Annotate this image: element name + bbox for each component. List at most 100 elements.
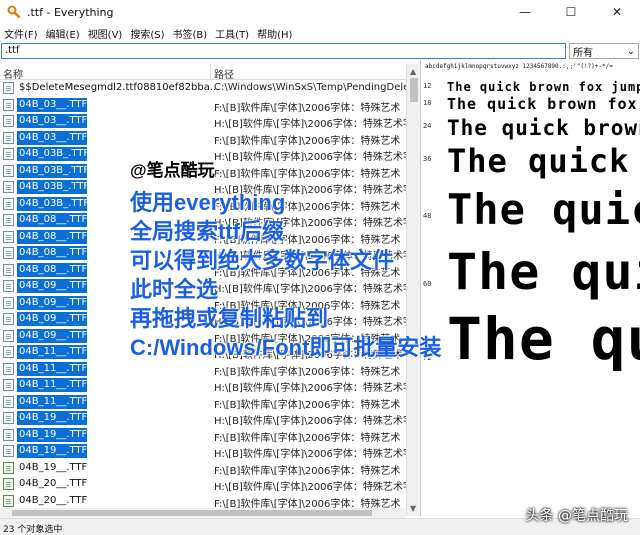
file-path: F:\[B]软件库\[字体]\2006字体：特殊艺术: [214, 102, 401, 114]
horizontal-scrollbar[interactable]: [0, 508, 406, 518]
table-row[interactable]: 04B_11__.TTF F:\[B]软件库\[字体]\2006字体：特殊艺术: [0, 361, 406, 378]
column-header: 名称 路径: [0, 64, 420, 81]
file-path: F:\[B]软件库\[字体]\2006字体：特殊艺术: [214, 366, 401, 378]
file-name: 04B_08__.TTF: [17, 262, 88, 277]
search-input[interactable]: .ttf: [1, 43, 566, 59]
file-path: F:\[B]软件库\[字体]\2006字体：特殊艺术: [214, 465, 401, 477]
preview-size-label: 12: [423, 82, 432, 90]
menu-help[interactable]: 帮助(H): [253, 26, 296, 41]
window-title: .ttf - Everything: [27, 5, 114, 19]
scroll-thumb[interactable]: [410, 78, 418, 102]
file-name: 04B_11__.TTF: [17, 361, 88, 376]
scroll-up-icon[interactable]: ▲: [410, 67, 416, 76]
file-name: 04B_09__.TTF: [17, 295, 88, 310]
file-path: C:\Windows\WinSxS\Temp\PendingDele: [214, 82, 406, 93]
file-name: 04B_09__.TTF: [17, 312, 88, 326]
file-name: 04B_11__.TTF: [17, 345, 88, 359]
font-file-icon: [3, 362, 14, 375]
font-file-icon: [3, 98, 14, 111]
search-row: .ttf 所有 ⌄: [0, 42, 640, 60]
font-file-icon: [3, 445, 14, 457]
column-name-header[interactable]: 名称: [3, 66, 23, 81]
font-file-icon: [3, 197, 14, 210]
font-file-icon: [3, 379, 14, 391]
table-row[interactable]: 04B_03__.TTF H:\[B]软件库\[字体]\2006字体：特殊艺术字: [0, 113, 406, 130]
font-file-icon: [3, 230, 14, 243]
file-name: 04B_11__.TTF: [17, 394, 88, 409]
file-name: 04B_03B_.TTF: [17, 147, 90, 161]
selection-count: 23 个对象选中: [3, 525, 63, 535]
filter-value: 所有: [573, 47, 593, 59]
font-file-icon: [3, 313, 14, 325]
preview-sample-line: The quick brown fox jumps over the lazy …: [447, 95, 640, 113]
font-file-icon: [3, 131, 14, 144]
brand-signature: @笔点酷玩: [130, 161, 215, 180]
menu-view[interactable]: 视图(V): [84, 26, 127, 41]
filter-dropdown[interactable]: 所有 ⌄: [569, 43, 639, 59]
table-row[interactable]: $$DeleteMesegmdl2.ttf08810ef82bba... C:\W…: [0, 80, 406, 97]
table-row[interactable]: 04B_03__.TTF F:\[B]软件库\[字体]\2006字体：特殊艺术: [0, 130, 406, 147]
font-file-icon: [3, 296, 14, 309]
file-name: 04B_09__.TTF: [17, 328, 88, 343]
menu-edit[interactable]: 编辑(E): [42, 26, 84, 41]
table-row[interactable]: 04B_19__.TTF H:\[B]软件库\[字体]\2006字体：特殊艺术字: [0, 443, 406, 460]
preview-size-label: 24: [423, 122, 432, 130]
file-name: 04B_08__.TTF: [17, 213, 88, 227]
maximize-button[interactable]: ☐: [548, 0, 594, 24]
caption-line: 全局搜索ttf后缀: [130, 219, 284, 244]
preview-glyph-set: abcdefghijklmnopqrstuvwxyz 1234567890.:,…: [425, 63, 613, 70]
table-row[interactable]: 04B_19__.TTF F:\[B]软件库\[字体]\2006字体：特殊艺术: [0, 427, 406, 444]
hscroll-thumb[interactable]: [12, 510, 372, 516]
font-file-icon: [3, 461, 14, 474]
preview-sample-line: The quick brown fox jumps over the lazy …: [447, 142, 640, 180]
font-file-icon: [3, 247, 14, 259]
close-button[interactable]: ✕: [594, 0, 640, 24]
font-file-icon: [3, 164, 14, 177]
preview-sample-line: The quick brown fox jumps over the lazy …: [447, 243, 640, 301]
font-file-icon: [3, 395, 14, 408]
file-name: 04B_19__.TTF: [17, 411, 88, 425]
file-name: 04B_03B_.TTF: [17, 196, 90, 211]
table-row[interactable]: 04B_19__.TTF F:\[B]软件库\[字体]\2006字体：特殊艺术: [0, 460, 406, 477]
font-file-icon: [3, 329, 14, 342]
everything-app-icon: [7, 5, 21, 19]
menu-bookmarks[interactable]: 书签(B): [169, 26, 212, 41]
preview-sample-line: The quick brown fox jumps over the lazy …: [447, 305, 640, 373]
table-row[interactable]: 04B_11__.TTF H:\[B]软件库\[字体]\2006字体：特殊艺术字: [0, 377, 406, 394]
caption-line: 再拖拽或复制粘贴到: [130, 306, 329, 331]
column-path-header[interactable]: 路径: [214, 66, 234, 81]
table-row[interactable]: 04B_11__.TTF F:\[B]软件库\[字体]\2006字体：特殊艺术: [0, 394, 406, 411]
menu-file[interactable]: 文件(F): [0, 26, 42, 41]
minimize-button[interactable]: —: [502, 0, 548, 24]
preview-sample-line: The quick brown fox jumps over the lazy …: [447, 116, 640, 140]
column-divider[interactable]: [210, 64, 211, 80]
file-name: 04B_19__.TTF: [19, 461, 88, 473]
scroll-down-icon[interactable]: ▼: [410, 504, 416, 513]
file-path: H:\[B]软件库\[字体]\2006字体：特殊艺术字: [214, 416, 406, 427]
watermark: 头条 @笔点酷玩: [525, 508, 628, 524]
file-name: 04B_11__.TTF: [17, 378, 88, 392]
table-row[interactable]: 04B_20__.TTF F:\[B]软件库\[字体]\2006字体：特殊艺术: [0, 493, 406, 508]
chevron-down-icon: ⌄: [626, 45, 635, 57]
file-name: 04B_20__.TTF: [19, 478, 88, 489]
file-name: 04B_19__.TTF: [17, 427, 88, 442]
file-name: 04B_09__.TTF: [17, 279, 88, 293]
table-row[interactable]: 04B_03__.TTF F:\[B]软件库\[字体]\2006字体：特殊艺术: [0, 97, 406, 114]
file-name: 04B_19__.TTF: [17, 444, 88, 458]
font-file-icon: [3, 428, 14, 441]
file-name: 04B_03B_.TTF: [17, 180, 90, 194]
font-file-icon: [3, 478, 14, 490]
font-file-icon: [3, 280, 14, 292]
font-file-icon: [3, 346, 14, 358]
caption-line: 此时全选: [130, 277, 219, 302]
menu-bar: 文件(F) 编辑(E) 视图(V) 搜索(S) 书签(B) 工具(T) 帮助(H…: [0, 24, 640, 42]
font-file-icon: [3, 82, 14, 94]
file-name: 04B_03__.TTF: [17, 130, 88, 145]
table-row[interactable]: 04B_20__.TTF H:\[B]软件库\[字体]\2006字体：特殊艺术字: [0, 476, 406, 493]
font-file-icon: [3, 115, 14, 127]
font-file-icon: [3, 148, 14, 160]
preview-size-label: 18: [423, 99, 432, 107]
menu-search[interactable]: 搜索(S): [126, 26, 168, 41]
table-row[interactable]: 04B_19__.TTF H:\[B]软件库\[字体]\2006字体：特殊艺术字: [0, 410, 406, 427]
menu-tools[interactable]: 工具(T): [211, 26, 253, 41]
